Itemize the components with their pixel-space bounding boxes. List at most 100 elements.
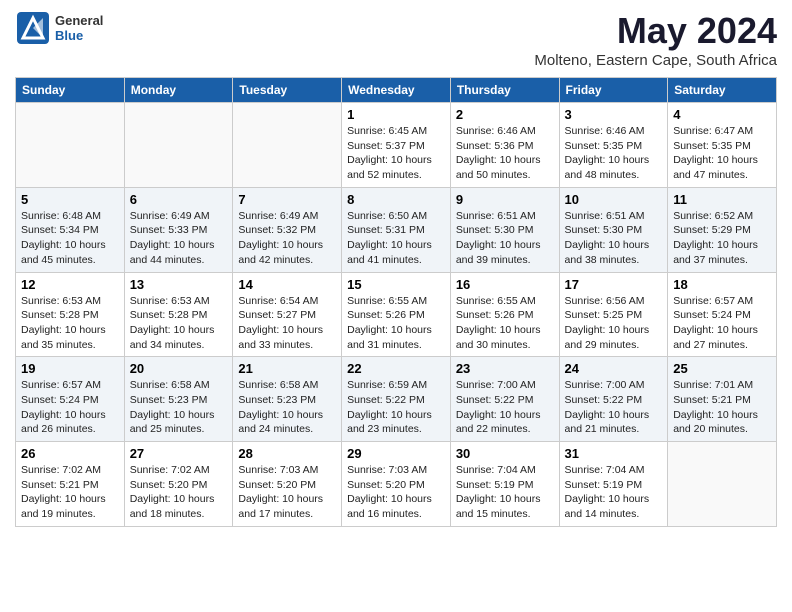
day-info: Sunrise: 6:54 AM Sunset: 5:27 PM Dayligh… xyxy=(238,294,336,353)
day-info: Sunrise: 6:52 AM Sunset: 5:29 PM Dayligh… xyxy=(673,209,771,268)
calendar-cell: 23 Sunrise: 7:00 AM Sunset: 5:22 PM Dayli… xyxy=(450,357,559,442)
calendar-cell: 10 Sunrise: 6:51 AM Sunset: 5:30 PM Dayli… xyxy=(559,187,668,272)
day-of-week-header: Friday xyxy=(559,78,668,103)
day-info: Sunrise: 7:04 AM Sunset: 5:19 PM Dayligh… xyxy=(565,463,663,522)
day-info: Sunrise: 6:51 AM Sunset: 5:30 PM Dayligh… xyxy=(565,209,663,268)
logo-blue: Blue xyxy=(55,28,103,43)
day-info: Sunrise: 7:01 AM Sunset: 5:21 PM Dayligh… xyxy=(673,378,771,437)
calendar-cell: 18 Sunrise: 6:57 AM Sunset: 5:24 PM Dayli… xyxy=(668,272,777,357)
day-number: 19 xyxy=(21,361,119,376)
day-number: 28 xyxy=(238,446,336,461)
calendar-cell: 5 Sunrise: 6:48 AM Sunset: 5:34 PM Daylig… xyxy=(16,187,125,272)
day-number: 7 xyxy=(238,192,336,207)
day-of-week-header: Wednesday xyxy=(342,78,451,103)
calendar-cell: 26 Sunrise: 7:02 AM Sunset: 5:21 PM Dayli… xyxy=(16,442,125,527)
logo-general: General xyxy=(55,13,103,28)
calendar-cell: 4 Sunrise: 6:47 AM Sunset: 5:35 PM Daylig… xyxy=(668,103,777,188)
calendar-cell: 19 Sunrise: 6:57 AM Sunset: 5:24 PM Dayli… xyxy=(16,357,125,442)
calendar-cell: 6Sunrise: 6:49 AM Sunset: 5:33 PM Daylig… xyxy=(124,187,233,272)
calendar-cell: 31Sunrise: 7:04 AM Sunset: 5:19 PM Dayli… xyxy=(559,442,668,527)
day-number: 12 xyxy=(21,277,119,292)
day-info: Sunrise: 6:56 AM Sunset: 5:25 PM Dayligh… xyxy=(565,294,663,353)
calendar-cell xyxy=(16,103,125,188)
calendar-header: SundayMondayTuesdayWednesdayThursdayFrid… xyxy=(16,78,777,103)
calendar-cell: 15 Sunrise: 6:55 AM Sunset: 5:26 PM Dayli… xyxy=(342,272,451,357)
month-title: May 2024 xyxy=(534,10,777,52)
day-info: Sunrise: 6:50 AM Sunset: 5:31 PM Dayligh… xyxy=(347,209,445,268)
calendar-cell: 12 Sunrise: 6:53 AM Sunset: 5:28 PM Dayli… xyxy=(16,272,125,357)
day-info: Sunrise: 6:51 AM Sunset: 5:30 PM Dayligh… xyxy=(456,209,554,268)
day-number: 9 xyxy=(456,192,554,207)
day-number: 27 xyxy=(130,446,228,461)
calendar-cell xyxy=(124,103,233,188)
day-number: 3 xyxy=(565,107,663,122)
calendar-cell: 22 Sunrise: 6:59 AM Sunset: 5:22 PM Dayli… xyxy=(342,357,451,442)
location-title: Molteno, Eastern Cape, South Africa xyxy=(534,52,777,69)
day-info: Sunrise: 6:57 AM Sunset: 5:24 PM Dayligh… xyxy=(673,294,771,353)
calendar-cell: 20 Sunrise: 6:58 AM Sunset: 5:23 PM Dayli… xyxy=(124,357,233,442)
calendar-cell: 1 Sunrise: 6:45 AM Sunset: 5:37 PM Daylig… xyxy=(342,103,451,188)
day-info: Sunrise: 6:55 AM Sunset: 5:26 PM Dayligh… xyxy=(456,294,554,353)
day-info: Sunrise: 6:53 AM Sunset: 5:28 PM Dayligh… xyxy=(21,294,119,353)
day-of-week-header: Tuesday xyxy=(233,78,342,103)
day-info: Sunrise: 6:58 AM Sunset: 5:23 PM Dayligh… xyxy=(130,378,228,437)
calendar-cell: 24 Sunrise: 7:00 AM Sunset: 5:22 PM Dayli… xyxy=(559,357,668,442)
day-number: 21 xyxy=(238,361,336,376)
day-info: Sunrise: 6:57 AM Sunset: 5:24 PM Dayligh… xyxy=(21,378,119,437)
day-number: 5 xyxy=(21,192,119,207)
day-info: Sunrise: 7:00 AM Sunset: 5:22 PM Dayligh… xyxy=(456,378,554,437)
day-of-week-header: Monday xyxy=(124,78,233,103)
calendar-cell: 30Sunrise: 7:04 AM Sunset: 5:19 PM Dayli… xyxy=(450,442,559,527)
day-info: Sunrise: 6:58 AM Sunset: 5:23 PM Dayligh… xyxy=(238,378,336,437)
calendar-cell: 13 Sunrise: 6:53 AM Sunset: 5:28 PM Dayli… xyxy=(124,272,233,357)
day-number: 20 xyxy=(130,361,228,376)
calendar-cell xyxy=(668,442,777,527)
day-number: 22 xyxy=(347,361,445,376)
day-number: 23 xyxy=(456,361,554,376)
day-number: 8 xyxy=(347,192,445,207)
day-number: 16 xyxy=(456,277,554,292)
day-info: Sunrise: 6:46 AM Sunset: 5:35 PM Dayligh… xyxy=(565,124,663,183)
day-info: Sunrise: 6:55 AM Sunset: 5:26 PM Dayligh… xyxy=(347,294,445,353)
day-info: Sunrise: 7:03 AM Sunset: 5:20 PM Dayligh… xyxy=(238,463,336,522)
title-block: May 2024 Molteno, Eastern Cape, South Af… xyxy=(534,10,777,69)
day-info: Sunrise: 6:49 AM Sunset: 5:32 PM Dayligh… xyxy=(238,209,336,268)
calendar-cell: 29Sunrise: 7:03 AM Sunset: 5:20 PM Dayli… xyxy=(342,442,451,527)
day-number: 29 xyxy=(347,446,445,461)
calendar-cell: 14 Sunrise: 6:54 AM Sunset: 5:27 PM Dayli… xyxy=(233,272,342,357)
day-info: Sunrise: 7:00 AM Sunset: 5:22 PM Dayligh… xyxy=(565,378,663,437)
day-info: Sunrise: 6:46 AM Sunset: 5:36 PM Dayligh… xyxy=(456,124,554,183)
calendar-cell: 8 Sunrise: 6:50 AM Sunset: 5:31 PM Daylig… xyxy=(342,187,451,272)
day-info: Sunrise: 7:02 AM Sunset: 5:21 PM Dayligh… xyxy=(21,463,119,522)
day-number: 11 xyxy=(673,192,771,207)
day-number: 10 xyxy=(565,192,663,207)
calendar-cell: 7 Sunrise: 6:49 AM Sunset: 5:32 PM Daylig… xyxy=(233,187,342,272)
day-info: Sunrise: 6:48 AM Sunset: 5:34 PM Dayligh… xyxy=(21,209,119,268)
calendar-cell: 25Sunrise: 7:01 AM Sunset: 5:21 PM Dayli… xyxy=(668,357,777,442)
day-info: Sunrise: 6:53 AM Sunset: 5:28 PM Dayligh… xyxy=(130,294,228,353)
day-info: Sunrise: 6:45 AM Sunset: 5:37 PM Dayligh… xyxy=(347,124,445,183)
day-number: 13 xyxy=(130,277,228,292)
day-number: 26 xyxy=(21,446,119,461)
calendar-cell xyxy=(233,103,342,188)
day-number: 17 xyxy=(565,277,663,292)
calendar-cell: 3 Sunrise: 6:46 AM Sunset: 5:35 PM Daylig… xyxy=(559,103,668,188)
day-info: Sunrise: 7:04 AM Sunset: 5:19 PM Dayligh… xyxy=(456,463,554,522)
logo-icon xyxy=(15,10,51,46)
day-number: 18 xyxy=(673,277,771,292)
day-number: 2 xyxy=(456,107,554,122)
day-number: 1 xyxy=(347,107,445,122)
day-number: 24 xyxy=(565,361,663,376)
day-number: 4 xyxy=(673,107,771,122)
day-info: Sunrise: 6:47 AM Sunset: 5:35 PM Dayligh… xyxy=(673,124,771,183)
calendar-cell: 9 Sunrise: 6:51 AM Sunset: 5:30 PM Daylig… xyxy=(450,187,559,272)
calendar-cell: 17 Sunrise: 6:56 AM Sunset: 5:25 PM Dayli… xyxy=(559,272,668,357)
page-header: General Blue May 2024 Molteno, Eastern C… xyxy=(15,10,777,69)
calendar-cell: 16 Sunrise: 6:55 AM Sunset: 5:26 PM Dayli… xyxy=(450,272,559,357)
day-info: Sunrise: 6:59 AM Sunset: 5:22 PM Dayligh… xyxy=(347,378,445,437)
calendar-cell: 28 Sunrise: 7:03 AM Sunset: 5:20 PM Dayli… xyxy=(233,442,342,527)
day-number: 15 xyxy=(347,277,445,292)
calendar-cell: 2 Sunrise: 6:46 AM Sunset: 5:36 PM Daylig… xyxy=(450,103,559,188)
day-number: 14 xyxy=(238,277,336,292)
calendar-cell: 21 Sunrise: 6:58 AM Sunset: 5:23 PM Dayli… xyxy=(233,357,342,442)
